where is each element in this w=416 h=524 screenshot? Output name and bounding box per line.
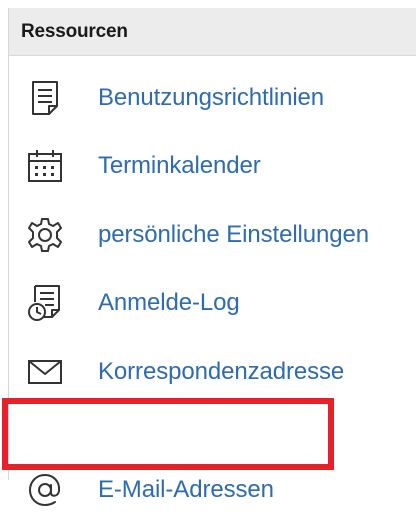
resource-item-anmelde-log[interactable]: Anmelde-Log [9, 269, 416, 337]
resource-item-label[interactable]: E-Mail-Adressen [98, 476, 274, 504]
resource-item-einstellungen[interactable]: persönliche Einstellungen [9, 201, 416, 269]
document-clock-icon [25, 283, 65, 323]
at-sign-icon [25, 470, 65, 510]
gear-icon [25, 215, 65, 255]
resources-panel: Ressourcen Benutzungsrichtlinien Termink… [8, 8, 416, 507]
calendar-icon [25, 146, 65, 186]
resource-item-benutzungsrichtlinien[interactable]: Benutzungsrichtlinien [9, 64, 416, 132]
document-icon [25, 78, 65, 118]
resource-item-label[interactable]: Terminkalender [98, 152, 261, 180]
panel-header: Ressourcen [9, 8, 416, 56]
resource-item-label[interactable]: persönliche Einstellungen [98, 221, 369, 249]
resource-item-korrespondenzadresse[interactable]: Korrespondenzadresse [9, 338, 416, 406]
resource-item-label[interactable]: Anmelde-Log [98, 289, 240, 317]
resource-item-terminkalender[interactable]: Terminkalender [9, 132, 416, 200]
panel-title: Ressourcen [21, 20, 128, 42]
envelope-icon [25, 352, 65, 392]
resource-item-label[interactable]: Korrespondenzadresse [98, 358, 344, 386]
resource-item-label[interactable]: Benutzungsrichtlinien [98, 84, 324, 112]
resource-item-email-adressen[interactable]: E-Mail-Adressen [9, 456, 416, 524]
